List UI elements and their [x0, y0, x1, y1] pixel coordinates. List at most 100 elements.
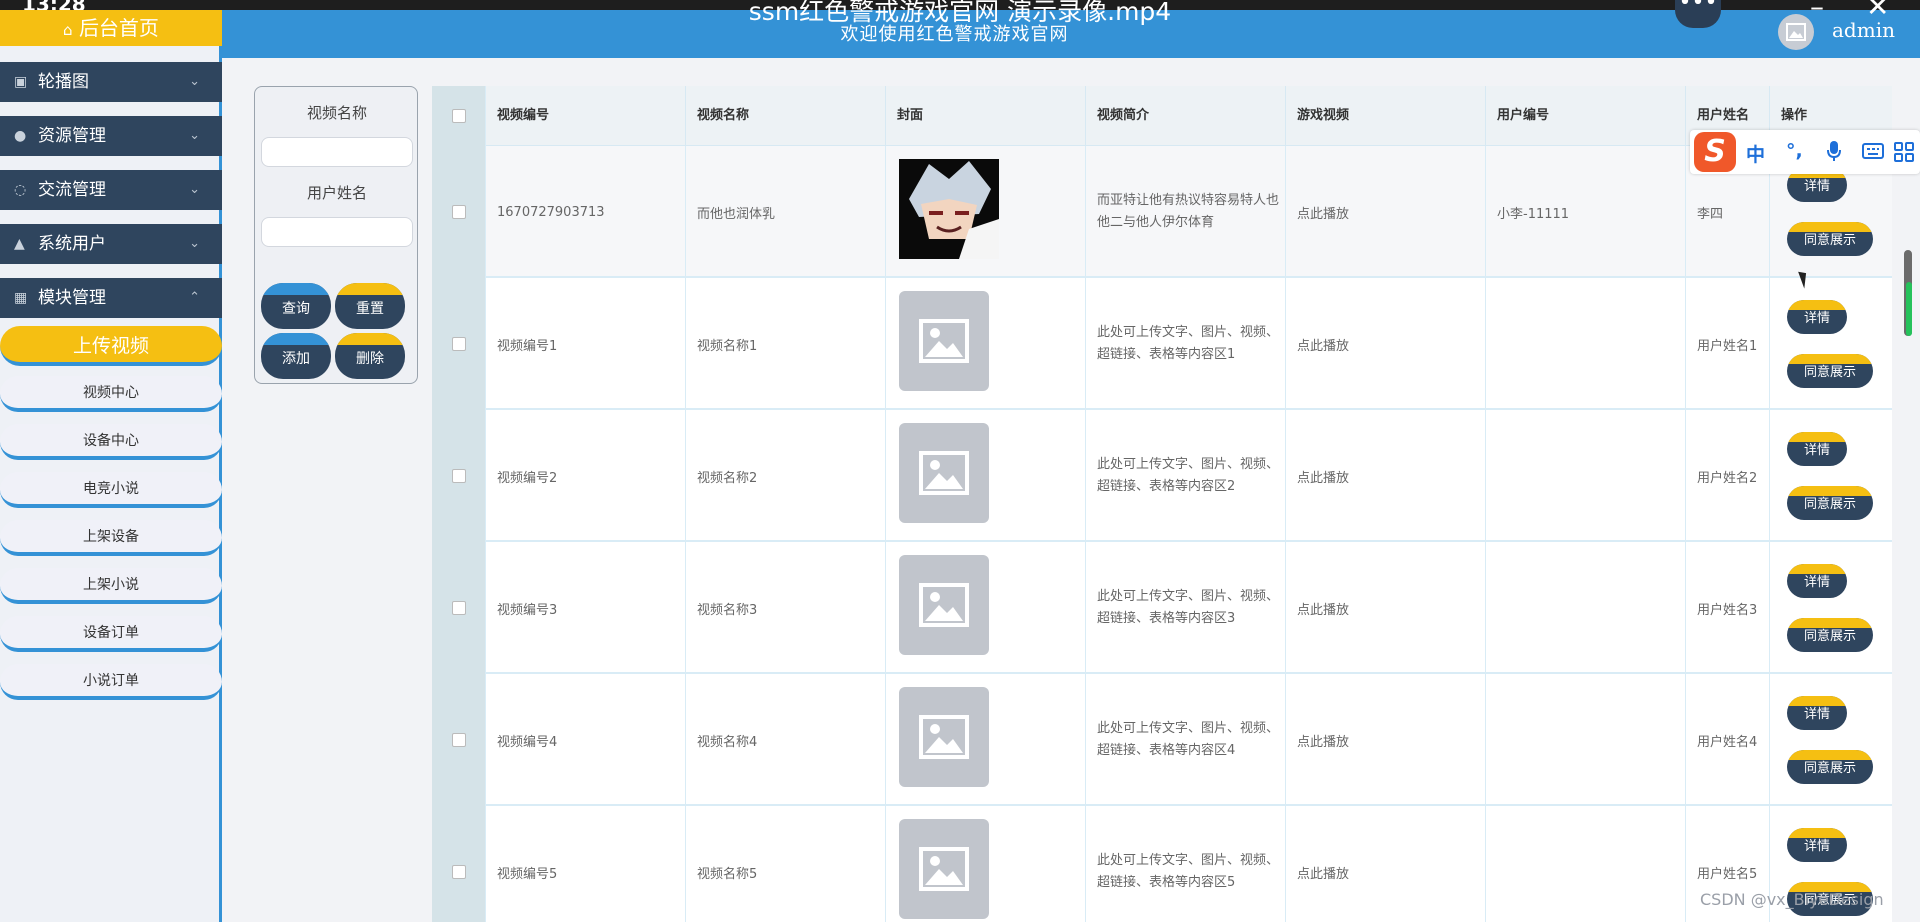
- delete-button[interactable]: 删除: [335, 333, 405, 379]
- detail-button[interactable]: 详情: [1787, 828, 1847, 862]
- apps-icon[interactable]: [1894, 142, 1914, 162]
- cover-thumbnail-anime-character[interactable]: [899, 159, 999, 259]
- header-cover[interactable]: 封面: [886, 86, 1086, 146]
- sidebar-subitem[interactable]: 设备订单: [0, 616, 222, 652]
- sidebar-subitem[interactable]: 视频中心: [0, 376, 222, 412]
- detail-button[interactable]: 详情: [1787, 564, 1847, 598]
- reset-button-label: 重置: [356, 301, 384, 317]
- add-button[interactable]: 添加: [261, 333, 331, 379]
- approve-display-button[interactable]: 同意展示: [1787, 618, 1873, 652]
- cell-game-video-text[interactable]: 点此播放: [1297, 863, 1349, 882]
- location-icon: ●: [14, 128, 27, 144]
- approve-display-button[interactable]: 同意展示: [1787, 486, 1873, 520]
- header-video-name[interactable]: 视频名称: [686, 86, 886, 146]
- sidebar-home[interactable]: ⌂ 后台首页: [0, 10, 222, 46]
- cell-intro: 此处可上传文字、图片、视频、超链接、表格等内容区3: [1086, 542, 1286, 674]
- app-window: 欢迎使用红色警戒游戏官网 admin 13:28 ssm红色警戒游戏官网 演示录…: [0, 0, 1920, 922]
- sidebar-menu-users[interactable]: ▲ 系统用户 ⌄: [0, 224, 222, 264]
- cell-cover: [886, 278, 1086, 410]
- image-placeholder-icon[interactable]: [899, 687, 989, 787]
- cell-video-name-text: 而他也润体乳: [697, 206, 776, 222]
- sidebar-subitem[interactable]: 上架设备: [0, 520, 222, 556]
- image-placeholder-icon[interactable]: [899, 819, 989, 919]
- image-placeholder-icon[interactable]: [899, 555, 989, 655]
- approve-display-button[interactable]: 同意展示: [1787, 750, 1873, 784]
- cell-video-id-text: 视频编号2: [497, 470, 558, 486]
- cell-game-video-text[interactable]: 点此播放: [1297, 335, 1349, 354]
- row-checkbox[interactable]: [452, 469, 466, 483]
- table-row: 1670727903713 而他也润体乳 而亚特让他有热议特容易特人也他二与他人伊尔…: [432, 146, 1892, 278]
- detail-button[interactable]: 详情: [1787, 300, 1847, 334]
- approve-display-button[interactable]: 同意展示: [1787, 354, 1873, 388]
- cell-game-video-text[interactable]: 点此播放: [1297, 467, 1349, 486]
- keyboard-icon[interactable]: [1862, 143, 1884, 159]
- ime-logo[interactable]: S: [1694, 132, 1736, 172]
- ime-language-toggle[interactable]: 中: [1746, 140, 1765, 167]
- image-placeholder-icon[interactable]: [899, 291, 989, 391]
- row-select-cell: [432, 278, 486, 410]
- approve-button-label: 同意展示: [1803, 629, 1856, 644]
- header-game-video[interactable]: 游戏视频: [1286, 86, 1486, 146]
- detail-button-label: 详情: [1803, 839, 1830, 854]
- cell-game-video-text[interactable]: 点此播放: [1297, 203, 1349, 222]
- cell-game-video[interactable]: 点此播放: [1286, 410, 1486, 542]
- sidebar-subitem[interactable]: 上架小说: [0, 568, 222, 604]
- header-video-id[interactable]: 视频编号: [486, 86, 686, 146]
- cell-intro-text: 而亚特让他有热议特容易特人也他二与他人伊尔体育: [1097, 193, 1280, 230]
- detail-button[interactable]: 详情: [1787, 696, 1847, 730]
- row-checkbox[interactable]: [452, 865, 466, 879]
- cell-game-video[interactable]: 点此播放: [1286, 674, 1486, 806]
- cell-intro-text: 此处可上传文字、图片、视频、超链接、表格等内容区1: [1097, 325, 1280, 362]
- row-checkbox[interactable]: [452, 601, 466, 615]
- cell-video-name: 视频名称5: [686, 806, 886, 922]
- cell-game-video-text[interactable]: 点此播放: [1297, 599, 1349, 618]
- ime-punctuation-toggle[interactable]: °,: [1786, 140, 1803, 162]
- cell-actions: 详情 同意展示: [1770, 410, 1892, 542]
- header-user-id[interactable]: 用户编号: [1486, 86, 1686, 146]
- query-button-label: 查询: [282, 301, 310, 317]
- cell-game-video[interactable]: 点此播放: [1286, 278, 1486, 410]
- image-placeholder-icon[interactable]: [899, 423, 989, 523]
- sidebar: ⌂ 后台首页 ▣ 轮播图 ⌄ ● 资源管理 ⌄ ◌ 交流管理 ⌄ ▲ 系统用户 …: [0, 10, 222, 922]
- sidebar-subitem[interactable]: 设备中心: [0, 424, 222, 460]
- sidebar-menu-resources[interactable]: ● 资源管理 ⌄: [0, 116, 222, 156]
- sidebar-subitem[interactable]: 小说订单: [0, 664, 222, 700]
- user-name-input[interactable]: [261, 217, 413, 247]
- chevron-down-icon: ⌄: [189, 182, 200, 197]
- mic-icon[interactable]: [1826, 140, 1842, 162]
- cell-video-name: 视频名称4: [686, 674, 886, 806]
- cell-video-id-text: 视频编号3: [497, 602, 558, 618]
- cell-cover: [886, 146, 1086, 278]
- image-icon: ▣: [14, 74, 28, 90]
- row-checkbox[interactable]: [452, 205, 466, 219]
- sidebar-menu-carousel[interactable]: ▣ 轮播图 ⌄: [0, 62, 222, 102]
- header-intro[interactable]: 视频简介: [1086, 86, 1286, 146]
- close-icon[interactable]: ✕: [1866, 0, 1889, 23]
- table-row: 视频编号2 视频名称2 此处可上传文字、图片、视频、超链接、表格等内容区2 点此播放 用…: [432, 410, 1892, 542]
- video-name-input[interactable]: [261, 137, 413, 167]
- detail-button[interactable]: 详情: [1787, 432, 1847, 466]
- more-options-button[interactable]: •••: [1675, 0, 1721, 28]
- minimize-icon[interactable]: –: [1810, 0, 1824, 23]
- select-all-checkbox[interactable]: [452, 109, 466, 123]
- query-button[interactable]: 查询: [261, 283, 331, 329]
- cell-video-id-text: 视频编号4: [497, 734, 558, 750]
- reset-button[interactable]: 重置: [335, 283, 405, 329]
- row-checkbox[interactable]: [452, 733, 466, 747]
- cell-cover: [886, 806, 1086, 922]
- sidebar-menu-communication[interactable]: ◌ 交流管理 ⌄: [0, 170, 222, 210]
- detail-button-label: 详情: [1803, 179, 1830, 194]
- cell-game-video-text[interactable]: 点此播放: [1297, 731, 1349, 750]
- cell-video-name: 而他也润体乳: [686, 146, 886, 278]
- sidebar-subitem[interactable]: 电竞小说: [0, 472, 222, 508]
- approve-display-button[interactable]: 同意展示: [1787, 222, 1873, 256]
- sidebar-subitem-upload-video[interactable]: 上传视频: [0, 326, 222, 366]
- cell-actions: 详情 同意展示: [1770, 278, 1892, 410]
- row-checkbox[interactable]: [452, 337, 466, 351]
- cell-game-video[interactable]: 点此播放: [1286, 806, 1486, 922]
- cell-game-video[interactable]: 点此播放: [1286, 542, 1486, 674]
- cell-user-id: [1486, 542, 1686, 674]
- cell-game-video[interactable]: 点此播放: [1286, 146, 1486, 278]
- sidebar-menu-modules[interactable]: ▦ 模块管理 ⌃: [0, 278, 222, 318]
- cell-cover: [886, 674, 1086, 806]
